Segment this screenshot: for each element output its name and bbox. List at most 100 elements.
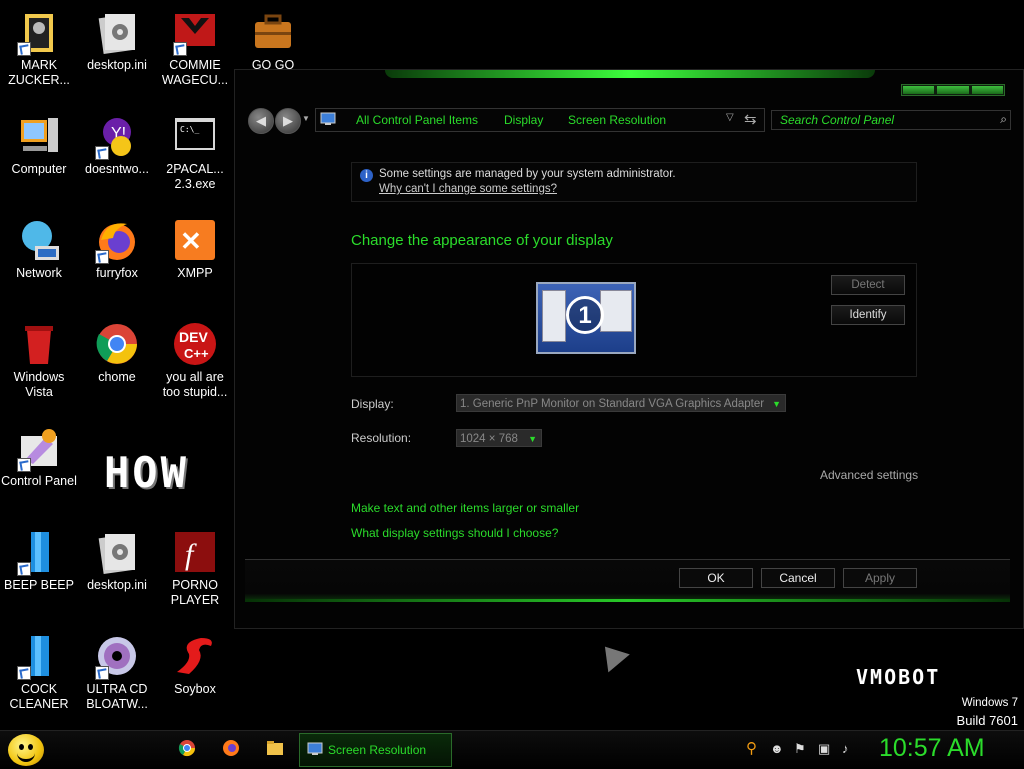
breadcrumb-screen-resolution[interactable]: Screen Resolution <box>568 113 666 127</box>
desktop-icon-furryfox[interactable]: furryfox <box>78 216 156 281</box>
desktop-icon-doesntwo[interactable]: Y! doesntwo... <box>78 112 156 177</box>
console-icon: C:\_ <box>171 112 219 160</box>
resolution-label: Resolution: <box>351 431 412 445</box>
resolution-select-value: 1024 × 768 <box>460 433 518 445</box>
firefox-taskbar-icon[interactable] <box>222 739 240 757</box>
desktop-icon-desktop-ini-1[interactable]: desktop.ini <box>78 8 156 73</box>
desktop-icon-dev-cpp[interactable]: DEV C++ you all are too stupid... <box>156 320 234 400</box>
flash-player-icon: f <box>171 528 219 576</box>
dev-cpp-icon: DEV C++ <box>171 320 219 368</box>
smiley-eyes-icon <box>17 744 35 750</box>
firefox-icon <box>93 216 141 264</box>
advanced-settings-link[interactable]: Advanced settings <box>820 468 918 482</box>
soybox-icon <box>171 632 219 680</box>
desktop-icon-chome[interactable]: chome <box>78 320 156 385</box>
desktop-icon-desktop-ini-2[interactable]: desktop.ini <box>78 528 156 593</box>
taskbar-item-screen-resolution[interactable]: Screen Resolution <box>299 733 452 767</box>
desktop-icon-go-go[interactable]: GO GO <box>234 8 312 73</box>
desktop-icon-label: desktop.ini <box>87 578 147 592</box>
action-center-flag-icon[interactable]: ⚑ <box>794 741 806 757</box>
volume-icon[interactable]: ♪ <box>842 741 849 756</box>
messenger-tray-icon[interactable]: ☻ <box>770 741 784 756</box>
search-tray-icon[interactable]: ⚲ <box>746 739 757 757</box>
detect-button[interactable]: Detect <box>831 275 905 295</box>
beep-beep-icon <box>15 528 63 576</box>
desktop-icon-ultra-cd[interactable]: ULTRA CD BLOATW... <box>78 632 156 712</box>
breadcrumb-all-control-panel-items[interactable]: All Control Panel Items <box>356 113 478 127</box>
start-button[interactable] <box>8 734 44 766</box>
mini-window-shape <box>600 290 632 332</box>
desktop-icon-label: PORNO PLAYER <box>170 578 220 607</box>
arrow-right-icon: ▶ <box>283 113 293 128</box>
cleaner-icon <box>15 632 63 680</box>
back-button[interactable]: ◀ <box>248 108 274 134</box>
ok-button[interactable]: OK <box>679 568 753 588</box>
desktop-icon-control-panel[interactable]: Control Panel <box>0 424 78 489</box>
desktop-icon-label: chome <box>98 370 136 384</box>
display-select[interactable]: 1. Generic PnP Monitor on Standard VGA G… <box>456 394 786 412</box>
desktop-icon-label: Network <box>16 266 62 280</box>
display-settings-help-link[interactable]: What display settings should I choose? <box>351 526 558 540</box>
folder-taskbar-icon[interactable] <box>266 739 284 757</box>
desktop-icon-xmpp[interactable]: ✕ XMPP <box>156 216 234 281</box>
chrome-taskbar-icon[interactable] <box>178 739 196 757</box>
vmobot-wallpaper-text: VMOBOT <box>856 665 941 689</box>
desktop-icon-2pacal[interactable]: C:\_ 2PACAL... 2.3.exe <box>156 112 234 192</box>
chevron-down-icon: ▼ <box>772 399 781 409</box>
address-dropdown-icon[interactable]: ▽ <box>726 112 734 123</box>
breadcrumb-display[interactable]: Display <box>504 113 543 127</box>
apply-button[interactable]: Apply <box>843 568 917 588</box>
desktop-icon-label: COCK CLEANER <box>9 682 69 711</box>
desktop-icon-windows-vista[interactable]: Windows Vista <box>0 320 78 400</box>
control-panel-icon <box>15 424 63 472</box>
screen-resolution-window: ◀ ▶ ▼ All Control Panel Items Display Sc… <box>234 69 1024 629</box>
shortcut-arrow-icon <box>173 42 187 56</box>
close-button[interactable] <box>971 86 1003 94</box>
control-panel-address-icon <box>320 112 336 125</box>
shortcut-arrow-icon <box>17 666 31 680</box>
desktop-icon-cock-cleaner[interactable]: COCK CLEANER <box>0 632 78 712</box>
search-input[interactable] <box>772 111 998 129</box>
shortcut-arrow-icon <box>95 146 109 160</box>
maximize-button[interactable] <box>937 86 969 94</box>
mouse-cursor-icon <box>594 637 630 673</box>
arrow-left-icon: ◀ <box>256 113 266 128</box>
taskbar: Screen Resolution ⚲ ☻ ⚑ ▣ ♪ 10:57 AM <box>0 730 1024 769</box>
desktop-icon-porno-player[interactable]: f PORNO PLAYER <box>156 528 234 608</box>
taskbar-clock[interactable]: 10:57 AM <box>879 734 985 763</box>
windows-version: Windows 7 <box>961 697 1018 709</box>
text-size-link[interactable]: Make text and other items larger or smal… <box>351 501 579 515</box>
svg-text:DEV: DEV <box>179 329 208 345</box>
desktop-icon-beep-beep[interactable]: BEEP BEEP <box>0 528 78 593</box>
shortcut-arrow-icon <box>17 42 31 56</box>
address-bar[interactable]: All Control Panel Items Display Screen R… <box>315 108 765 132</box>
mini-window-shape <box>542 290 566 342</box>
svg-text:C++: C++ <box>184 346 209 361</box>
desktop-icon-mark-zucker[interactable]: MARK ZUCKER... <box>0 8 78 88</box>
desktop-icon-label: ULTRA CD BLOATW... <box>86 682 148 711</box>
network-icon <box>15 216 63 264</box>
settings-file-icon <box>93 528 141 576</box>
desktop-icon-label: Computer <box>11 162 67 176</box>
chrome-icon <box>93 320 141 368</box>
refresh-icon[interactable]: ⇆ <box>744 110 757 128</box>
svg-text:C:\_: C:\_ <box>180 125 199 134</box>
search-box[interactable]: ⌕ <box>771 110 1011 130</box>
desktop-icon-computer[interactable]: Computer <box>0 112 78 177</box>
forward-button[interactable]: ▶ <box>275 108 301 134</box>
search-icon[interactable]: ⌕ <box>1000 112 1007 127</box>
desktop-icon-label: MARK ZUCKER... <box>8 58 70 87</box>
admin-info-text: Some settings are managed by your system… <box>379 168 676 180</box>
recent-pages-chevron-icon[interactable]: ▼ <box>302 114 310 123</box>
desktop-icon-soybox[interactable]: Soybox <box>156 632 234 697</box>
identify-button[interactable]: Identify <box>831 305 905 325</box>
resolution-select[interactable]: 1024 × 768 ▼ <box>456 429 542 447</box>
desktop-icon-network[interactable]: Network <box>0 216 78 281</box>
minimize-button[interactable] <box>903 86 935 94</box>
xampp-icon: ✕ <box>171 216 219 264</box>
monitor-1-thumbnail[interactable]: 1 <box>536 282 636 354</box>
why-cant-change-link[interactable]: Why can't I change some settings? <box>379 183 557 195</box>
cancel-button[interactable]: Cancel <box>761 568 835 588</box>
network-tray-icon[interactable]: ▣ <box>818 741 830 757</box>
desktop-icon-commie[interactable]: COMMIE WAGECU... <box>156 8 234 88</box>
